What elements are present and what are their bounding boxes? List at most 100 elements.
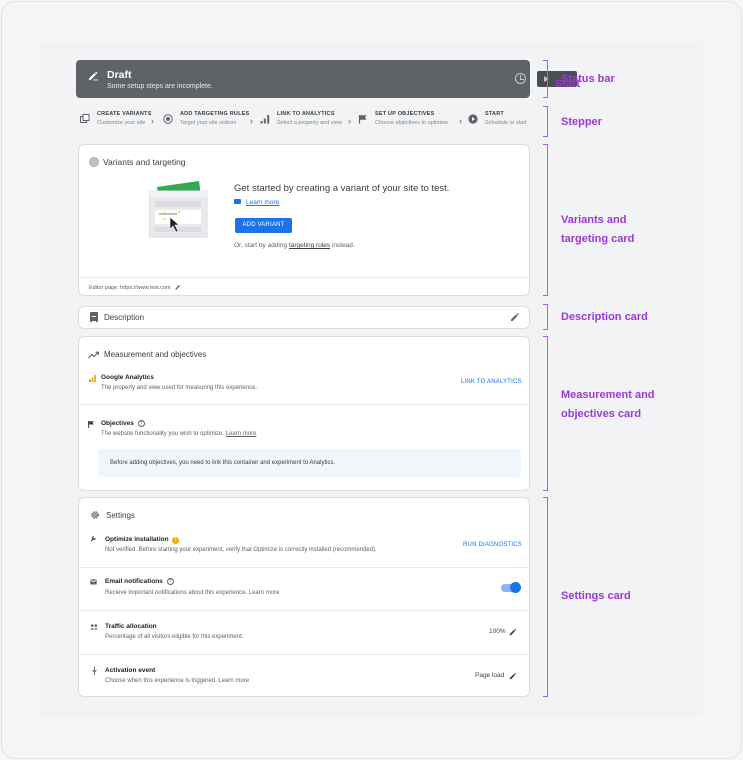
- step-title: CREATE VARIANTS: [97, 111, 152, 117]
- editor-page: Editor page: https://www.test.com: [89, 284, 181, 291]
- traffic-allocation-value: 100%: [489, 628, 506, 635]
- status-bar: Draft Some setup steps are incomplete. S…: [76, 60, 590, 98]
- editor-page-text: Editor page: https://www.test.com: [89, 285, 171, 291]
- optimize-installation-title: Optimize installation !: [105, 536, 180, 544]
- status-title: Draft: [107, 69, 132, 81]
- optimize-installation-subtitle: Not verified. Before starting your exper…: [105, 547, 377, 553]
- edit-pencil-icon[interactable]: [510, 312, 520, 322]
- step-subtitle: Choose objectives to optimize: [375, 120, 449, 126]
- card-heading: Measurement and objectives: [104, 350, 207, 359]
- settings-card: Settings Optimize installation ! Not ver…: [78, 497, 530, 697]
- chevron-right-icon: ›: [151, 116, 154, 126]
- edit-pencil-icon[interactable]: [509, 628, 517, 636]
- step-subtitle: Schedule or start: [485, 120, 527, 126]
- annotation-bracket: [543, 336, 548, 491]
- or-start-text: Or, start by adding targeting rules inst…: [234, 242, 355, 249]
- annotation-stepper: Stepper: [561, 116, 602, 128]
- learn-more-link[interactable]: Learn more: [234, 199, 279, 206]
- email-notifications-subtitle: Recieve important notifications about th…: [105, 590, 280, 596]
- analytics-bars-icon: [260, 115, 270, 124]
- help-icon[interactable]: ?: [137, 420, 145, 427]
- email-notifications-toggle[interactable]: [501, 582, 521, 593]
- step-title: LINK TO ANALYTICS: [277, 111, 335, 117]
- objectives-subtitle: The website functionality you wish to op…: [101, 431, 256, 437]
- email-notifications-text: Email notifications: [105, 578, 163, 585]
- annotation-variants-line2: targeting card: [561, 233, 635, 245]
- annotation-settings: Settings card: [561, 590, 631, 602]
- website-illustration: [149, 181, 208, 238]
- stepper: CREATE VARIANTS Customize your site › AD…: [76, 109, 530, 135]
- activation-icon: [92, 667, 97, 675]
- edit-pencil-icon[interactable]: [175, 284, 181, 290]
- annotation-bracket: [543, 144, 548, 296]
- divider: [79, 404, 529, 405]
- analytics-link-notice: Before adding objectives, you need to li…: [98, 449, 521, 477]
- notice-text: Before adding objectives, you need to li…: [110, 460, 336, 466]
- activation-event-title: Activation event: [105, 667, 156, 674]
- play-circle-icon: [468, 114, 478, 124]
- annotation-bracket: [543, 106, 548, 137]
- objectives-title: Objectives ?: [101, 420, 145, 427]
- activation-event-subtitle: Choose when this experience is triggered…: [105, 678, 250, 684]
- targeting-rules-link[interactable]: targeting rules: [289, 242, 330, 249]
- measurement-objectives-card: Measurement and objectives Google Analyt…: [78, 336, 530, 491]
- learn-more-label: Learn more: [246, 199, 280, 206]
- annotation-status-bar: Status bar: [561, 73, 615, 85]
- annotation-bracket: [543, 497, 548, 697]
- google-analytics-icon: [89, 375, 96, 382]
- card-heading: Description: [104, 313, 145, 322]
- traffic-allocation-title: Traffic allocation: [105, 623, 157, 630]
- divider: [79, 654, 529, 655]
- description-card[interactable]: Description: [78, 306, 530, 329]
- step-title: START: [485, 111, 504, 117]
- objectives-title-text: Objectives: [101, 420, 134, 427]
- email-notifications-title: Email notifications ?: [105, 578, 174, 585]
- annotation-bracket: [543, 304, 548, 330]
- annotation-measurement-line2: objectives card: [561, 408, 642, 420]
- objectives-learn-more-link[interactable]: Learn more: [226, 431, 257, 437]
- variants-targeting-card: Variants and targeting Get started by cr…: [78, 144, 530, 296]
- step-title: SET UP OBJECTIVES: [375, 111, 435, 117]
- annotation-description: Description card: [561, 311, 648, 323]
- or-start-suffix: instead.: [331, 242, 355, 249]
- traffic-allocation-subtitle: Percentage of all visitors eligible for …: [105, 634, 244, 640]
- edit-pencil-icon: [89, 71, 98, 81]
- document-icon: [90, 312, 98, 322]
- school-cap-icon: [234, 199, 241, 204]
- help-icon[interactable]: ?: [166, 578, 174, 585]
- or-start-prefix: Or, start by adding: [234, 242, 288, 249]
- schedule-clock-icon[interactable]: [515, 73, 526, 84]
- annotation-variants-line1: Variants and: [561, 214, 627, 226]
- card-heading: Settings: [106, 511, 135, 520]
- step-title: ADD TARGETING RULES: [180, 111, 250, 117]
- link-to-analytics-button[interactable]: LINK TO ANALYTICS: [461, 379, 522, 385]
- status-circle-icon: [89, 157, 99, 167]
- wrench-icon: [90, 535, 97, 542]
- variants-icon: [80, 114, 90, 123]
- divider: [79, 277, 529, 278]
- ga-title: Google Analytics: [101, 374, 154, 381]
- step-subtitle: Customize your site: [97, 120, 146, 126]
- divider: [79, 610, 529, 611]
- email-icon: [90, 579, 97, 585]
- objectives-subtitle-text: The website functionality you wish to op…: [101, 431, 225, 437]
- optimize-installation-text: Optimize installation: [105, 536, 169, 543]
- step-subtitle: Target your site visitors: [180, 120, 237, 126]
- chevron-right-icon: ›: [250, 116, 253, 126]
- edit-pencil-icon[interactable]: [509, 672, 517, 680]
- card-heading: Variants and targeting: [103, 157, 186, 167]
- add-variant-button[interactable]: ADD VARIANT: [235, 218, 292, 233]
- activation-event-value: Page load: [475, 672, 505, 679]
- warning-icon: !: [172, 537, 180, 544]
- ga-subtitle: The property and view used for measuring…: [101, 385, 258, 391]
- step-subtitle: Select a property and view: [277, 120, 342, 126]
- targeting-icon: [163, 114, 173, 124]
- status-subtitle: Some setup steps are incomplete.: [107, 83, 213, 90]
- divider: [79, 567, 529, 568]
- gear-icon: [91, 511, 99, 519]
- flag-icon: [88, 421, 94, 428]
- trending-up-icon: [88, 351, 99, 359]
- annotation-measurement-line1: Measurement and: [561, 389, 655, 401]
- annotation-bracket: [543, 60, 548, 98]
- run-diagnostics-button[interactable]: RUN DIAGNOSTICS: [463, 542, 522, 548]
